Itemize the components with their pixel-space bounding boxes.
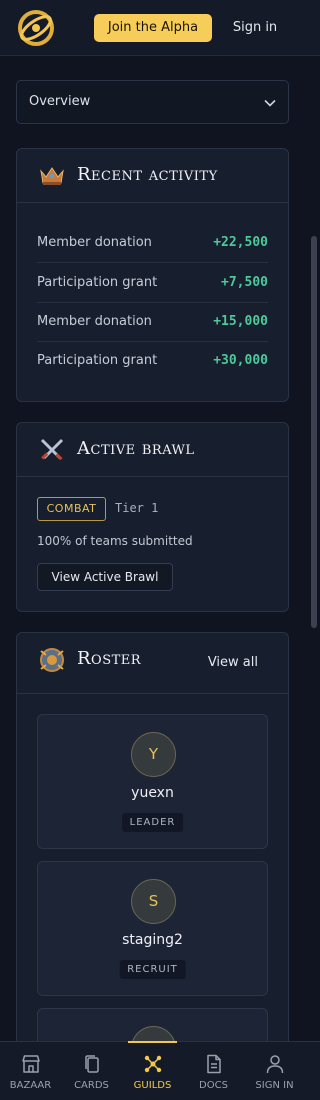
cards-icon: [85, 1055, 99, 1073]
brawl-tier: Tier 1: [115, 501, 159, 515]
nav-docs[interactable]: DOCS: [183, 1042, 244, 1100]
crossed-swords-icon: [40, 438, 64, 461]
nav-label: DOCS: [199, 1080, 228, 1091]
card-header: Recent activity: [17, 149, 288, 203]
activity-amount: +15,000: [213, 314, 268, 329]
join-alpha-button[interactable]: Join the Alpha: [94, 14, 212, 42]
brawl-status: 100% of teams submitted: [37, 534, 193, 548]
nav-bazaar[interactable]: BAZAAR: [0, 1042, 61, 1100]
member-name: yuexn: [131, 785, 174, 801]
avatar: Y: [131, 732, 176, 777]
activity-row: Member donation +15,000: [37, 303, 268, 342]
roster-member-card[interactable]: Y yuexn LEADER: [37, 714, 268, 849]
activity-row: Participation grant +7,500: [37, 264, 268, 303]
card-header: Roster View all: [17, 633, 288, 694]
bottom-nav: BAZAAR CARDS GUILDS DOCS SIGN IN: [0, 1041, 320, 1100]
member-name: staging2: [122, 932, 183, 948]
active-brawl-card: Active brawl COMBAT Tier 1 100% of teams…: [16, 422, 289, 612]
activity-label: Member donation: [37, 235, 152, 250]
activity-row: Member donation +22,500: [37, 224, 268, 263]
card-title: Active brawl: [77, 438, 195, 459]
roster-member-card[interactable]: S staging2 RECRUIT: [37, 861, 268, 996]
section-select-value: Overview: [29, 94, 91, 109]
nav-label: SIGN IN: [255, 1080, 294, 1091]
nav-label: GUILDS: [133, 1080, 172, 1091]
document-icon: [207, 1054, 221, 1074]
role-badge: LEADER: [121, 813, 184, 832]
activity-row: Participation grant +30,000: [37, 342, 268, 381]
store-icon: [22, 1055, 40, 1073]
view-all-link[interactable]: View all: [208, 655, 258, 670]
activity-amount: +7,500: [221, 275, 268, 290]
nav-label: BAZAAR: [9, 1080, 52, 1091]
active-indicator: [128, 1041, 177, 1043]
activity-amount: +22,500: [213, 235, 268, 250]
card-title: Recent activity: [77, 164, 218, 185]
nav-guilds[interactable]: GUILDS: [122, 1041, 183, 1100]
recent-activity-card: Recent activity Member donation +22,500 …: [16, 148, 289, 402]
nav-sign-in[interactable]: SIGN IN: [244, 1042, 305, 1100]
sign-in-link[interactable]: Sign in: [224, 14, 286, 42]
chevron-down-icon: [264, 99, 276, 107]
scrollbar-thumb[interactable]: [311, 236, 317, 628]
crown-icon: [40, 167, 64, 185]
card-title: Roster: [77, 648, 142, 669]
nav-cards[interactable]: CARDS: [61, 1042, 122, 1100]
activity-amount: +30,000: [213, 353, 268, 368]
shield-emblem-icon: [40, 648, 64, 672]
view-active-brawl-button[interactable]: View Active Brawl: [37, 563, 173, 591]
guilds-icon: [144, 1055, 162, 1073]
section-select[interactable]: Overview: [16, 80, 289, 124]
brawl-type-badge: COMBAT: [37, 497, 106, 521]
avatar: S: [131, 879, 176, 924]
activity-label: Participation grant: [37, 275, 158, 290]
logo-icon[interactable]: [17, 9, 55, 47]
activity-label: Participation grant: [37, 353, 158, 368]
top-bar: Join the Alpha Sign in: [0, 0, 320, 56]
activity-label: Member donation: [37, 314, 152, 329]
role-badge: RECRUIT: [119, 960, 186, 979]
roster-card: Roster View all Y yuexn LEADER S staging…: [16, 632, 289, 1053]
user-icon: [266, 1055, 284, 1074]
nav-label: CARDS: [74, 1080, 109, 1091]
card-header: Active brawl: [17, 423, 288, 477]
